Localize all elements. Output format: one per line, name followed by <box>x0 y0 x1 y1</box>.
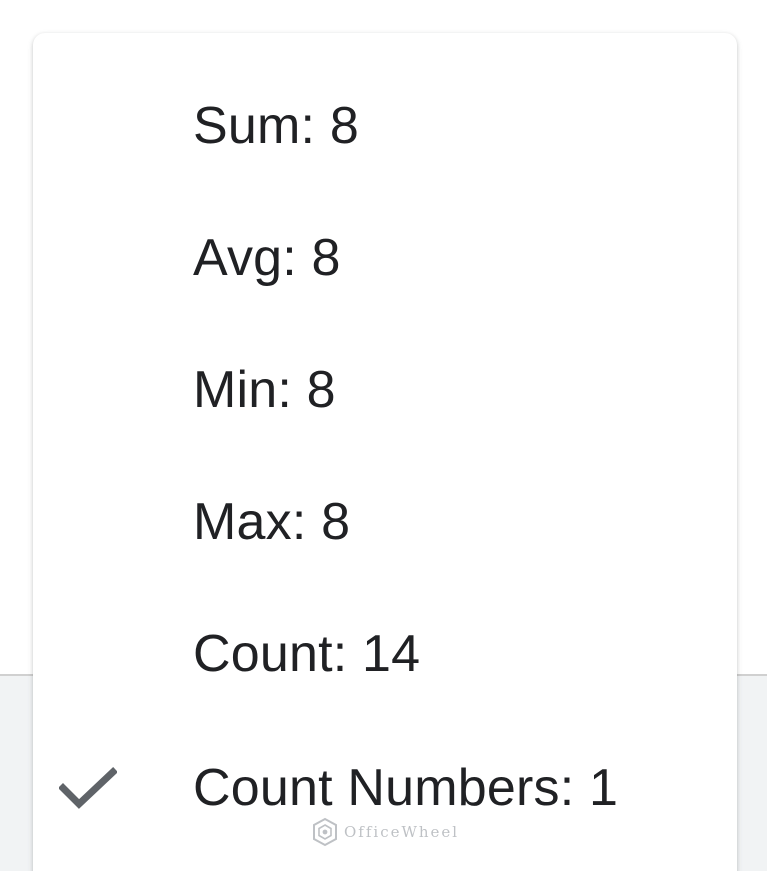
explore-sum-dropdown-menu: Sum: 8 Avg: 8 Min: 8 Max: 8 Count: 14 Co… <box>33 33 737 871</box>
watermark-text: OfficeWheel <box>344 823 460 841</box>
menu-item-label: Sum: 8 <box>193 97 359 155</box>
watermark: OfficeWheel <box>312 816 459 848</box>
menu-item-label: Min: 8 <box>193 361 336 419</box>
checkmark-icon <box>59 767 117 809</box>
menu-item-sum[interactable]: Sum: 8 <box>33 60 737 192</box>
menu-item-label: Avg: 8 <box>193 229 341 287</box>
menu-item-label: Count: 14 <box>193 625 421 683</box>
menu-item-label: Count Numbers: 1 <box>193 759 619 817</box>
menu-item-count[interactable]: Count: 14 <box>33 588 737 720</box>
menu-item-min[interactable]: Min: 8 <box>33 324 737 456</box>
menu-item-max[interactable]: Max: 8 <box>33 456 737 588</box>
officewheel-logo-icon <box>313 817 337 847</box>
menu-item-avg[interactable]: Avg: 8 <box>33 192 737 324</box>
menu-item-label: Max: 8 <box>193 493 351 551</box>
